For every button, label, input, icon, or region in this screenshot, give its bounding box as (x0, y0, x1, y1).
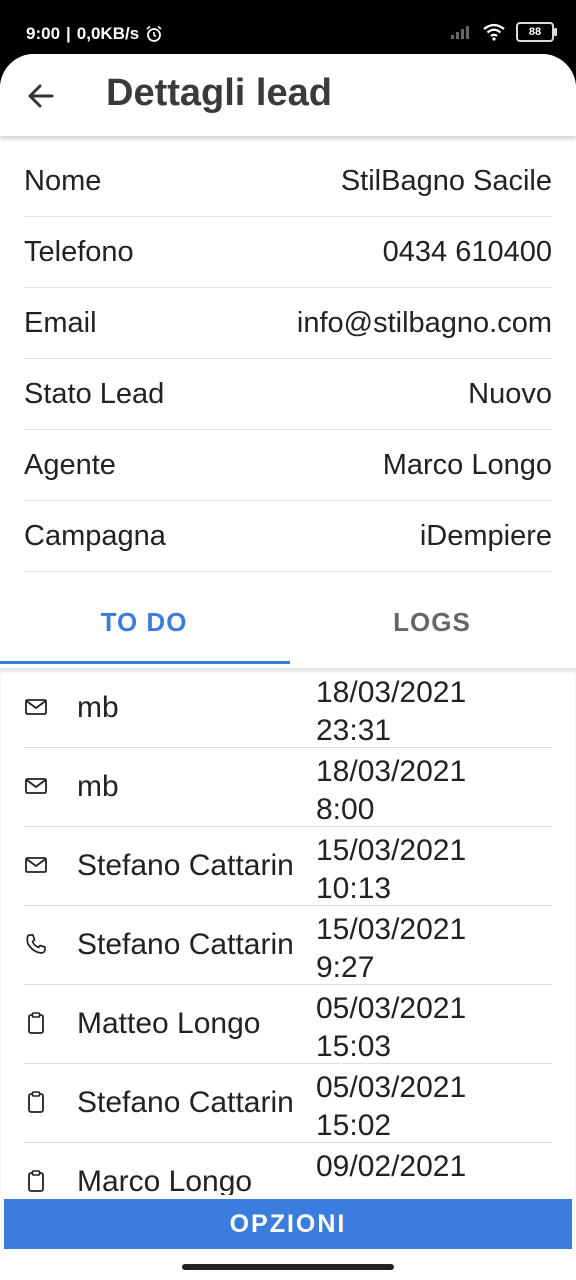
list-item[interactable]: Matteo Longo 05/03/2021 15:03 (24, 985, 552, 1064)
tab-bar: TO DO LOGS (0, 576, 576, 669)
detail-value: Nuovo (468, 377, 552, 410)
detail-row-name: Nome StilBagno Sacile (24, 146, 552, 217)
item-date: 18/03/2021 (316, 676, 467, 709)
detail-label: Campagna (24, 519, 166, 552)
clipboard-icon (28, 1012, 44, 1034)
detail-value: iDempiere (419, 519, 552, 552)
item-datetime: 18/03/2021 8:00 (316, 753, 466, 829)
detail-label: Nome (24, 164, 102, 197)
item-time: 10:13 (316, 872, 392, 905)
options-button[interactable]: OPZIONI (4, 1199, 572, 1249)
detail-row-status: Stato Lead Nuovo (24, 359, 552, 430)
list-item[interactable]: mb 18/03/2021 23:31 (24, 669, 552, 748)
item-date: 05/03/2021 (316, 992, 467, 1025)
tab-todo[interactable]: TO DO (0, 576, 288, 668)
item-date: 18/03/2021 (316, 755, 467, 788)
detail-label: Email (24, 306, 97, 339)
item-name: mb (77, 691, 119, 724)
item-name: Stefano Cattarin (77, 1086, 294, 1119)
status-separator: | (66, 24, 71, 43)
item-date: 05/03/2021 (316, 1071, 467, 1104)
item-name: Stefano Cattarin (77, 928, 294, 961)
item-date: 09/02/2021 (316, 1150, 467, 1183)
page-title: Dettagli lead (106, 72, 332, 114)
list-item[interactable]: Stefano Cattarin 05/03/2021 15:02 (24, 1064, 552, 1143)
wifi-icon (483, 23, 505, 41)
detail-row-phone[interactable]: Telefono 0434 610400 (24, 217, 552, 288)
gesture-nav-bar[interactable] (182, 1264, 394, 1270)
item-datetime: 15/03/2021 10:13 (316, 832, 466, 908)
tab-logs[interactable]: LOGS (288, 576, 576, 668)
item-name: mb (77, 770, 119, 803)
status-left: 9:00 | 0,0KB/s (26, 24, 163, 44)
detail-label: Agente (24, 448, 116, 481)
detail-value: Marco Longo (382, 448, 552, 481)
battery-icon: 88 (516, 22, 557, 42)
network-speed: 0,0KB/s (76, 24, 140, 43)
signal-icon (451, 26, 469, 39)
status-right: 88 (450, 22, 557, 42)
item-time: 8:00 (316, 793, 375, 826)
clipboard-icon (28, 1091, 44, 1113)
list-item[interactable]: Marco Longo 09/02/2021 (24, 1143, 552, 1195)
item-time: 15:03 (316, 1030, 392, 1063)
item-datetime: 09/02/2021 (316, 1148, 466, 1186)
alarm-icon (146, 25, 162, 42)
app-bar: Dettagli lead (0, 54, 576, 136)
item-datetime: 15/03/2021 9:27 (316, 911, 466, 987)
mail-icon (25, 857, 47, 873)
item-datetime: 05/03/2021 15:03 (316, 990, 466, 1066)
tab-indicator (0, 661, 290, 664)
detail-value: StilBagno Sacile (340, 164, 552, 197)
list-item[interactable]: Stefano Cattarin 15/03/2021 10:13 (24, 827, 552, 906)
detail-value[interactable]: 0434 610400 (383, 236, 552, 269)
list-item[interactable]: Stefano Cattarin 15/03/2021 9:27 (24, 906, 552, 985)
item-date: 15/03/2021 (316, 913, 467, 946)
detail-row-agent: Agente Marco Longo (24, 430, 552, 501)
list-item[interactable]: mb 18/03/2021 8:00 (24, 748, 552, 827)
detail-row-email[interactable]: Email info@stilbagno.com (24, 288, 552, 359)
detail-row-campaign: Campagna iDempiere (24, 501, 552, 572)
item-name: Matteo Longo (77, 1007, 261, 1040)
item-name: Stefano Cattarin (77, 849, 294, 882)
detail-value[interactable]: info@stilbagno.com (297, 307, 552, 340)
item-datetime: 05/03/2021 15:02 (316, 1069, 466, 1145)
phone-icon (26, 934, 46, 954)
clipboard-icon (28, 1170, 44, 1192)
item-time: 23:31 (316, 714, 392, 747)
item-datetime: 18/03/2021 23:31 (316, 674, 466, 750)
detail-label: Telefono (24, 235, 134, 268)
item-time: 9:27 (316, 951, 375, 984)
lead-details-screen: Dettagli lead Nome StilBagno Sacile Tele… (0, 54, 576, 1280)
lead-details-list: Nome StilBagno Sacile Telefono 0434 6104… (24, 146, 552, 572)
mail-icon (25, 699, 47, 715)
status-time: 9:00 (26, 24, 61, 43)
item-date: 15/03/2021 (316, 834, 467, 867)
todo-list[interactable]: mb 18/03/2021 23:31 mb 18/03/2021 8:00 S… (0, 669, 576, 1195)
detail-label: Stato Lead (24, 377, 165, 410)
item-time: 15:02 (316, 1109, 392, 1142)
item-name: Marco Longo (77, 1165, 253, 1195)
mail-icon (25, 778, 47, 794)
back-arrow-icon[interactable] (22, 76, 62, 116)
